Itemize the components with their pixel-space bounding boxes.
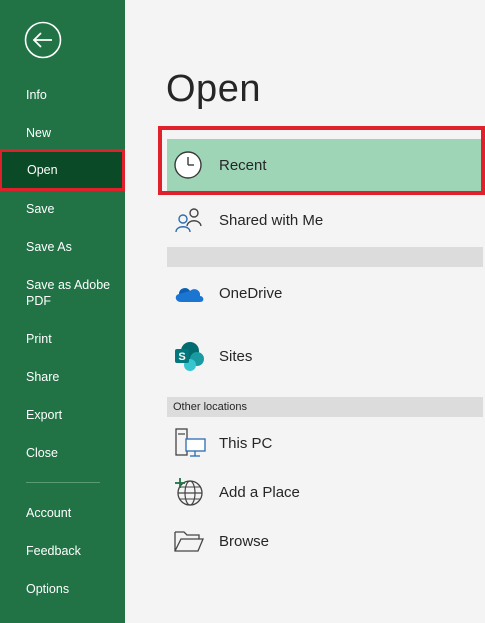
sidebar-item-options[interactable]: Options <box>0 570 125 608</box>
highlight-frame <box>158 126 485 195</box>
sidebar-item-feedback[interactable]: Feedback <box>0 532 125 570</box>
sidebar-item-save-as[interactable]: Save As <box>0 228 125 266</box>
folder-open-icon <box>173 521 213 561</box>
location-sites[interactable]: S Sites <box>167 333 483 379</box>
location-add-a-place[interactable]: Add a Place <box>167 469 483 515</box>
location-label: This PC <box>219 434 273 452</box>
shared-people-icon <box>173 200 213 240</box>
sidebar-item-save[interactable]: Save <box>0 190 125 228</box>
sidebar-item-close[interactable]: Close <box>0 434 125 472</box>
sidebar-item-open[interactable]: Open <box>0 149 125 191</box>
sidebar-item-info[interactable]: Info <box>0 76 125 114</box>
sharepoint-sites-icon: S <box>173 336 213 376</box>
location-shared-with-me[interactable]: Shared with Me <box>167 197 483 243</box>
location-onedrive[interactable]: OneDrive <box>167 270 483 316</box>
sidebar-divider <box>26 482 100 483</box>
svg-text:S: S <box>178 351 185 363</box>
sidebar-item-save-as-adobe-pdf[interactable]: Save as Adobe PDF <box>0 274 125 312</box>
sidebar-item-account[interactable]: Account <box>0 494 125 532</box>
add-place-globe-icon <box>173 472 213 512</box>
location-label: Browse <box>219 532 270 550</box>
sidebar-item-share[interactable]: Share <box>0 358 125 396</box>
sidebar-item-print[interactable]: Print <box>0 320 125 358</box>
location-label: Sites <box>219 347 253 365</box>
open-pane: Open Recent Shared with Me OneDrive S Si… <box>125 0 485 623</box>
page-title: Open <box>166 68 261 110</box>
onedrive-cloud-icon <box>173 273 213 313</box>
location-label: OneDrive <box>219 284 283 302</box>
section-header-other-locations: Other locations <box>167 397 483 417</box>
location-label: Shared with Me <box>219 211 324 229</box>
sidebar-item-new[interactable]: New <box>0 114 125 152</box>
section-divider <box>167 247 483 267</box>
back-arrow-icon[interactable] <box>24 21 62 59</box>
location-label: Add a Place <box>219 483 300 501</box>
location-browse[interactable]: Browse <box>167 518 483 564</box>
computer-icon <box>173 423 213 463</box>
location-this-pc[interactable]: This PC <box>167 420 483 466</box>
backstage-sidebar: Info New Open Save Save As Save as Adobe… <box>0 0 125 623</box>
sidebar-item-export[interactable]: Export <box>0 396 125 434</box>
